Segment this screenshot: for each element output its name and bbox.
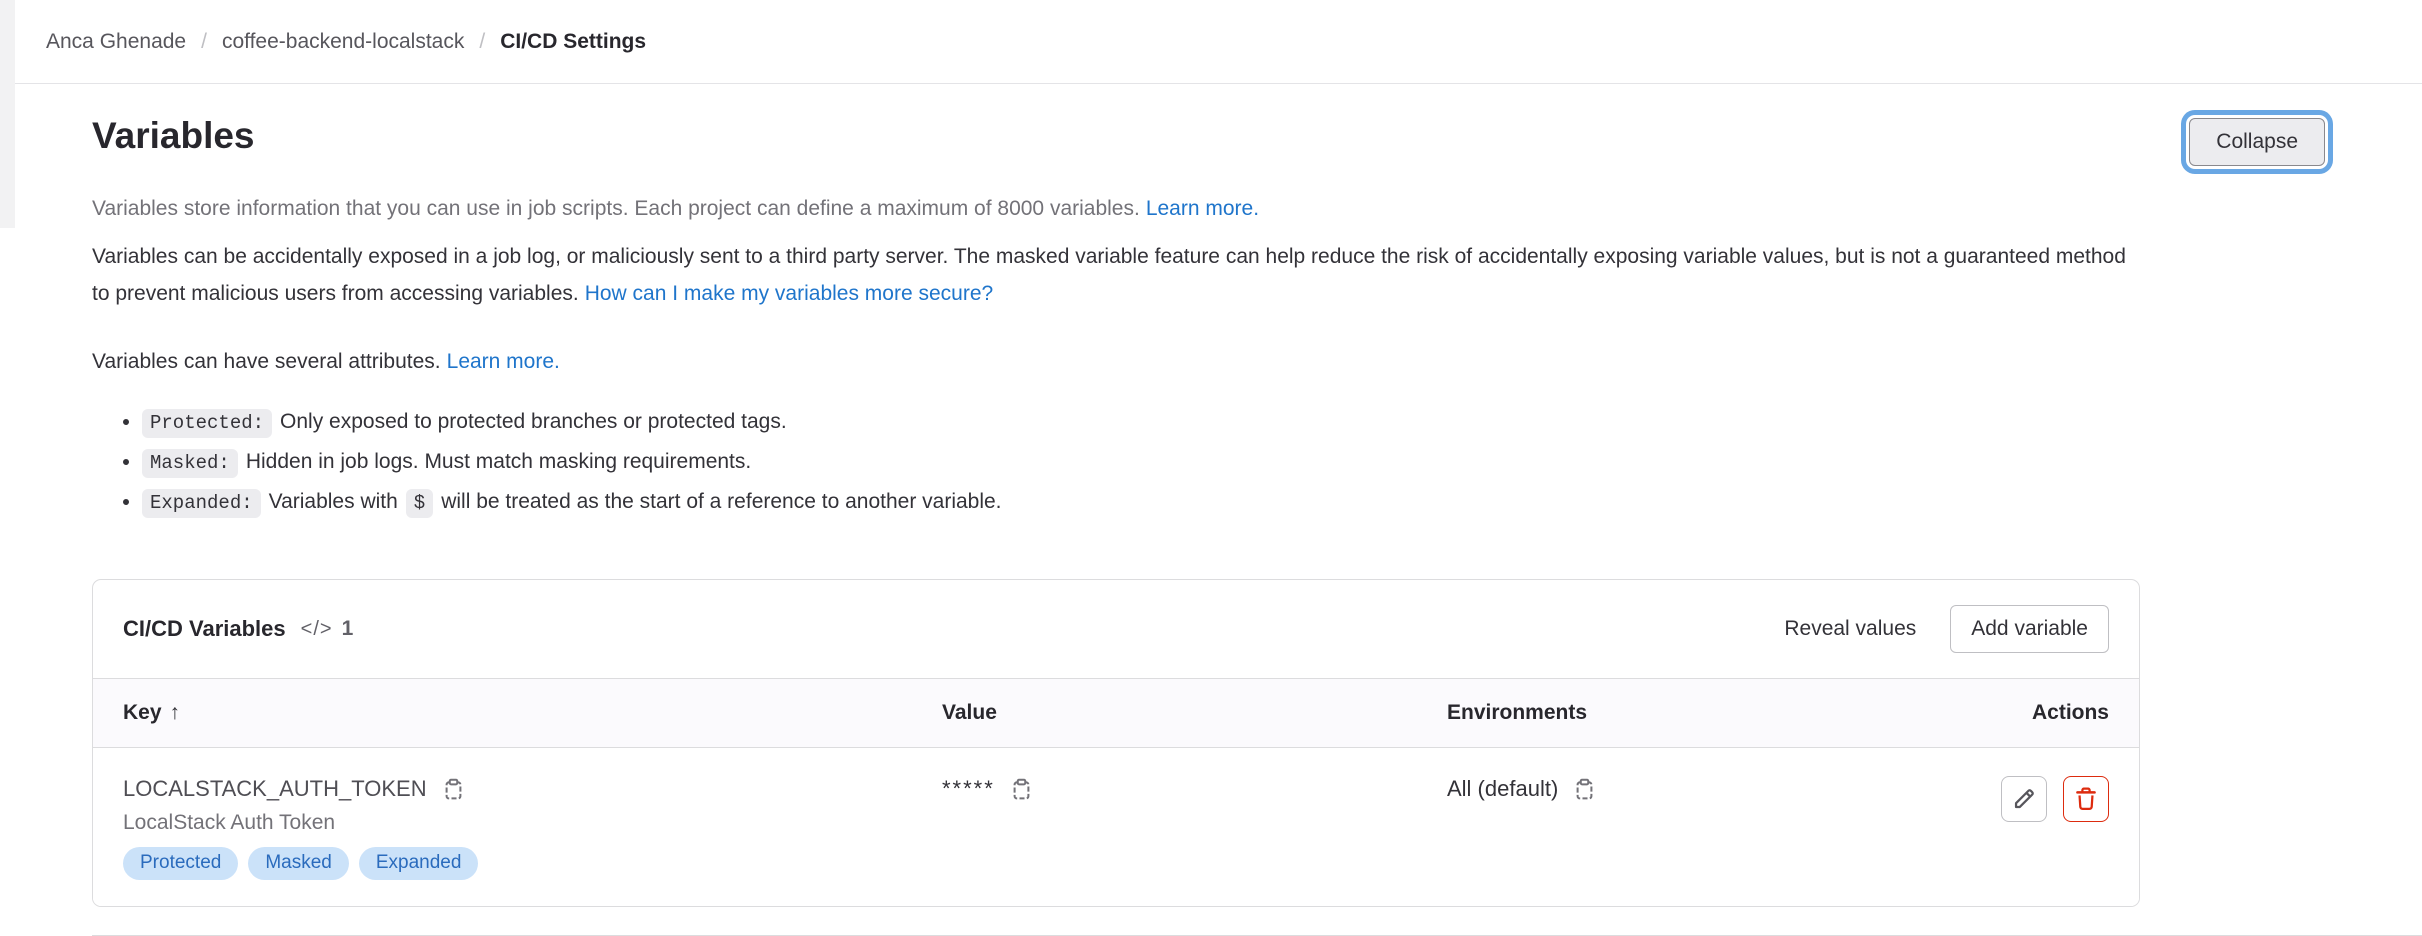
secure-variables-link[interactable]: How can I make my variables more secure? [585, 282, 994, 305]
environments-cell: All (default) [1447, 776, 1952, 880]
attribute-badges: Protected Masked Expanded [123, 847, 942, 880]
masked-description: Hidden in job logs. Must match masking r… [246, 450, 751, 473]
breadcrumb-project-link[interactable]: coffee-backend-localstack [222, 30, 464, 54]
attributes-learn-more-link[interactable]: Learn more. [447, 350, 560, 373]
list-item-expanded: Expanded: Variables with $ will be treated … [142, 483, 2140, 522]
intro-paragraph: Variables store information that you can… [92, 190, 2140, 227]
masked-code-label: Masked: [142, 449, 238, 478]
learn-more-link[interactable]: Learn more. [1146, 197, 1259, 220]
card-header: CI/CD Variables </> 1 Reveal values Add … [93, 580, 2139, 678]
masked-badge: Masked [248, 847, 349, 880]
column-header-key[interactable]: Key ↑ [123, 701, 942, 725]
list-item-protected: Protected: Only exposed to protected bran… [142, 403, 2140, 442]
copy-key-button[interactable] [442, 778, 465, 801]
attributes-text: Variables can have several attributes. [92, 350, 441, 373]
attributes-list: Protected: Only exposed to protected bran… [92, 403, 2140, 522]
attributes-paragraph: Variables can have several attributes. Le… [92, 343, 2140, 380]
clipboard-icon [1010, 778, 1033, 801]
expanded-badge: Expanded [359, 847, 479, 880]
variable-key: LOCALSTACK_AUTH_TOKEN [123, 776, 427, 802]
reveal-values-button[interactable]: Reveal values [1778, 607, 1922, 651]
add-variable-button[interactable]: Add variable [1950, 605, 2109, 653]
column-header-actions: Actions [1952, 701, 2109, 725]
scrollbar[interactable] [0, 0, 15, 228]
protected-description: Only exposed to protected branches or pr… [280, 410, 787, 433]
key-cell: LOCALSTACK_AUTH_TOKEN LocalStack Auth To… [123, 776, 942, 880]
protected-badge: Protected [123, 847, 238, 880]
edit-variable-button[interactable] [2001, 776, 2047, 822]
breadcrumb-group-link[interactable]: Anca Ghenade [46, 30, 186, 54]
clipboard-icon [442, 778, 465, 801]
column-header-value: Value [942, 701, 1447, 725]
trash-icon [2074, 787, 2098, 811]
variables-settings-section: Variables Collapse Variables store infor… [0, 84, 2422, 907]
collapse-button[interactable]: Collapse [2189, 118, 2325, 166]
intro-text: Variables store information that you can… [92, 197, 1140, 220]
breadcrumb-separator: / [201, 30, 207, 54]
masked-value: ***** [942, 776, 995, 802]
breadcrumb-separator: / [479, 30, 485, 54]
card-title: CI/CD Variables [123, 616, 286, 642]
pencil-icon [2012, 787, 2036, 811]
warning-paragraph: Variables can be accidentally exposed in… [92, 238, 2140, 312]
actions-cell [2001, 776, 2109, 822]
environment-scope: All (default) [1447, 776, 1558, 802]
breadcrumb: Anca Ghenade / coffee-backend-localstack… [0, 0, 2422, 84]
dollar-code-label: $ [406, 489, 433, 518]
code-icon: </> [301, 618, 333, 641]
column-header-environments: Environments [1447, 701, 1952, 725]
delete-variable-button[interactable] [2063, 776, 2109, 822]
value-cell: ***** [942, 776, 1447, 880]
page-title: Variables [92, 114, 255, 158]
expanded-code-label: Expanded: [142, 489, 261, 518]
protected-code-label: Protected: [142, 409, 272, 438]
table-row: LOCALSTACK_AUTH_TOKEN LocalStack Auth To… [93, 748, 2139, 906]
table-header-row: Key ↑ Value Environments Actions [93, 678, 2139, 748]
list-item-masked: Masked: Hidden in job logs. Must match ma… [142, 443, 2140, 482]
copy-environment-button[interactable] [1573, 778, 1596, 801]
expanded-description-before: Variables with [269, 490, 398, 513]
breadcrumb-current-page: CI/CD Settings [500, 30, 646, 54]
copy-value-button[interactable] [1010, 778, 1033, 801]
warning-text: Variables can be accidentally exposed in… [92, 245, 2126, 305]
expanded-description-after: will be treated as the start of a refere… [441, 490, 1001, 513]
key-header-label: Key [123, 701, 162, 724]
variable-count: 1 [342, 617, 354, 641]
clipboard-icon [1573, 778, 1596, 801]
variable-description: LocalStack Auth Token [123, 811, 942, 835]
cicd-variables-card: CI/CD Variables </> 1 Reveal values Add … [92, 579, 2140, 907]
variable-count-badge: </> 1 [301, 617, 354, 641]
sort-ascending-icon: ↑ [170, 701, 181, 724]
